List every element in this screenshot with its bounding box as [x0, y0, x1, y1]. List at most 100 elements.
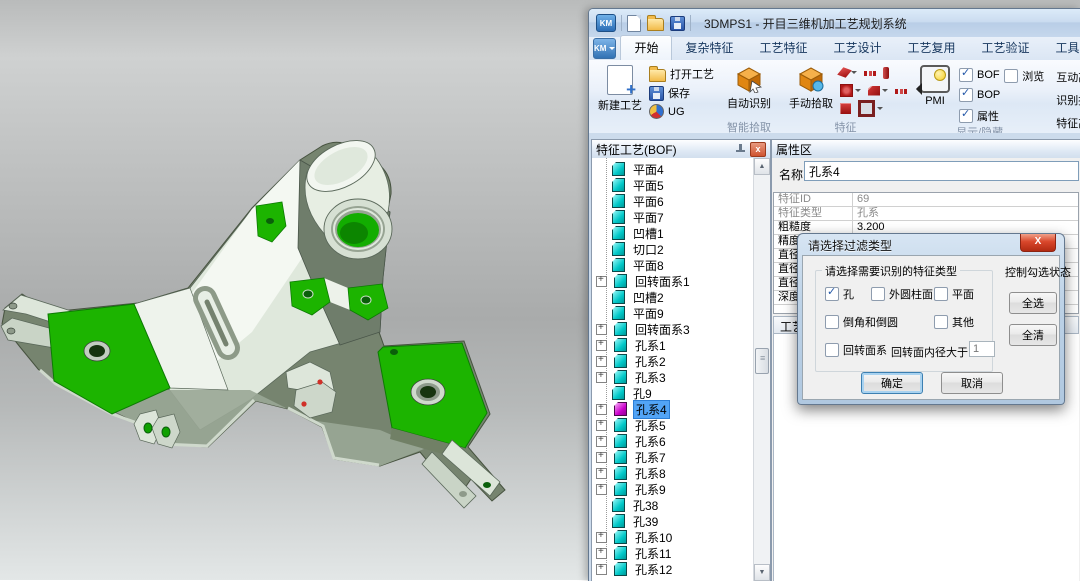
- expand-toggle[interactable]: [596, 436, 607, 447]
- tree-item[interactable]: 孔39: [592, 513, 754, 529]
- tree-item[interactable]: 孔38: [592, 497, 754, 513]
- tree-item[interactable]: 平面6: [592, 193, 754, 209]
- tree-item[interactable]: 孔系11: [592, 545, 754, 561]
- tree-item-selected[interactable]: 孔系4: [592, 401, 754, 417]
- interactive-highlight-button[interactable]: 互动高亮: [1056, 69, 1080, 85]
- tree-item[interactable]: 孔9: [592, 385, 754, 401]
- open-file-icon[interactable]: [647, 18, 664, 31]
- tab-process-reuse[interactable]: 工艺复用: [895, 36, 969, 60]
- outer-cylinder-checkbox[interactable]: 外圆柱面: [871, 286, 933, 302]
- feature-icon: [614, 546, 627, 560]
- pin-icon[interactable]: [735, 144, 746, 155]
- title-bar[interactable]: KM 3DMPS1 - 开目三维机加工艺规划系统: [589, 9, 1080, 38]
- name-input[interactable]: [804, 161, 1079, 181]
- feature-hole-button[interactable]: [840, 66, 857, 79]
- tree-item[interactable]: 凹槽1: [592, 225, 754, 241]
- inner-diameter-input[interactable]: [969, 341, 995, 357]
- scroll-down-arrow[interactable]: ▼: [754, 564, 770, 581]
- plane-checkbox[interactable]: 平面: [934, 286, 974, 302]
- feature-cube-button[interactable]: [840, 102, 851, 115]
- tree-item[interactable]: 切口2: [592, 241, 754, 257]
- save-icon[interactable]: [670, 16, 685, 31]
- tree-item[interactable]: 孔系10: [592, 529, 754, 545]
- divider: [621, 15, 622, 31]
- expand-toggle[interactable]: [596, 468, 607, 479]
- open-process-button[interactable]: 打开工艺: [649, 66, 714, 82]
- cancel-button[interactable]: 取消: [941, 372, 1003, 394]
- bof-checkbox[interactable]: BOF: [959, 68, 1000, 82]
- feature-pattern-button[interactable]: [864, 66, 876, 79]
- manual-pick-button[interactable]: 手动拾取: [784, 62, 838, 111]
- tree-item[interactable]: 回转面系1: [592, 273, 754, 289]
- tree-item[interactable]: 回转面系3: [592, 321, 754, 337]
- close-icon[interactable]: x: [750, 142, 766, 157]
- expand-toggle[interactable]: [596, 548, 607, 559]
- other-checkbox[interactable]: 其他: [934, 314, 974, 330]
- tab-process-verify[interactable]: 工艺验证: [969, 36, 1043, 60]
- feature-highlight-button[interactable]: 特征高亮: [1056, 115, 1080, 131]
- expand-toggle[interactable]: [596, 356, 607, 367]
- tree-item[interactable]: 凹槽2: [592, 289, 754, 305]
- tree-item[interactable]: 平面9: [592, 305, 754, 321]
- hole-checkbox[interactable]: 孔: [825, 286, 854, 302]
- vertical-scrollbar[interactable]: ▲ ▼: [753, 158, 770, 581]
- browse-checkbox[interactable]: 浏览: [1004, 68, 1044, 84]
- tree-item[interactable]: 孔系5: [592, 417, 754, 433]
- dialog-title: 请选择过滤类型: [808, 237, 892, 254]
- tab-process-features[interactable]: 工艺特征: [746, 36, 820, 60]
- property-checkbox[interactable]: 属性: [959, 108, 1000, 124]
- scroll-up-arrow[interactable]: ▲: [754, 158, 770, 175]
- expand-toggle[interactable]: [596, 404, 607, 415]
- expand-toggle[interactable]: [596, 420, 607, 431]
- new-process-button[interactable]: 新建工艺: [593, 62, 647, 113]
- feature-bar-button[interactable]: [883, 66, 889, 79]
- tree-item[interactable]: 孔系2: [592, 353, 754, 369]
- feature-plane-button[interactable]: [858, 102, 883, 115]
- expand-toggle[interactable]: [596, 276, 607, 287]
- tree-item[interactable]: 平面5: [592, 177, 754, 193]
- feature-chamfer-button[interactable]: [868, 84, 888, 97]
- tree-item[interactable]: 孔系3: [592, 369, 754, 385]
- tree-item[interactable]: 孔系1: [592, 337, 754, 353]
- feature-dots-button[interactable]: [895, 84, 907, 97]
- expand-toggle[interactable]: [596, 564, 607, 575]
- chamfer-fillet-checkbox[interactable]: 倒角和倒圆: [825, 314, 898, 330]
- tree-item[interactable]: 平面7: [592, 209, 754, 225]
- expand-toggle[interactable]: [596, 340, 607, 351]
- clear-all-button[interactable]: 全清: [1009, 324, 1057, 346]
- tab-start[interactable]: 开始: [620, 35, 672, 60]
- dialog-close-button[interactable]: X: [1020, 234, 1056, 252]
- tree-item[interactable]: 孔系7: [592, 449, 754, 465]
- feature-icon: [612, 290, 625, 304]
- revolve-face-checkbox[interactable]: 回转面系: [825, 342, 887, 358]
- bop-checkbox[interactable]: BOP: [959, 88, 1000, 102]
- tab-process-design[interactable]: 工艺设计: [821, 36, 895, 60]
- tree-item[interactable]: 孔系8: [592, 465, 754, 481]
- tree-item[interactable]: 平面4: [592, 161, 754, 177]
- auto-recognize-button[interactable]: 自动识别: [722, 62, 776, 111]
- ok-button[interactable]: 确定: [861, 372, 923, 394]
- tree-item[interactable]: 平面8: [592, 257, 754, 273]
- application-menu-button[interactable]: KM: [593, 38, 616, 59]
- expand-toggle[interactable]: [596, 324, 607, 335]
- expand-toggle[interactable]: [596, 532, 607, 543]
- expand-toggle[interactable]: [596, 484, 607, 495]
- ug-button[interactable]: UG: [649, 104, 714, 119]
- pmi-button[interactable]: PMI: [915, 62, 955, 107]
- select-all-button[interactable]: 全选: [1009, 292, 1057, 314]
- new-document-icon[interactable]: [627, 15, 641, 32]
- expand-toggle[interactable]: [596, 452, 607, 463]
- tab-tools[interactable]: 工具: [1043, 36, 1080, 60]
- checkbox-icon: [825, 343, 839, 357]
- recognition-report-button[interactable]: 识别报告: [1056, 92, 1080, 108]
- save-button[interactable]: 保存: [649, 85, 714, 101]
- 3d-model[interactable]: [0, 0, 590, 580]
- scrollbar-thumb[interactable]: [755, 348, 769, 374]
- tab-complex-features[interactable]: 复杂特征: [672, 36, 746, 60]
- expand-toggle[interactable]: [596, 372, 607, 383]
- feature-cylinder-button[interactable]: [840, 84, 861, 97]
- tree-item[interactable]: 孔系9: [592, 481, 754, 497]
- feature-tree[interactable]: 平面4 平面5 平面6 平面7 凹槽1 切口2 平面8 回转面系1 凹槽2 平面…: [592, 158, 770, 581]
- tree-item[interactable]: 孔系12: [592, 561, 754, 577]
- tree-item[interactable]: 孔系6: [592, 433, 754, 449]
